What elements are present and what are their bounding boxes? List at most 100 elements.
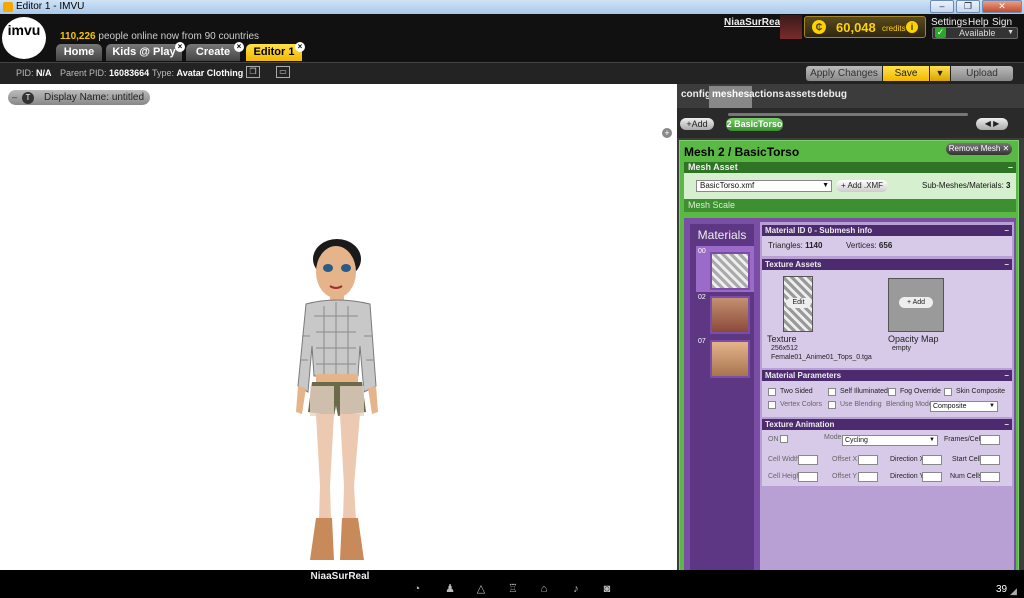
- credits-label: credits: [882, 24, 906, 33]
- frames-cell-input[interactable]: [980, 435, 1000, 445]
- self-illuminated-checkbox[interactable]: [828, 388, 836, 396]
- tab-home[interactable]: Home: [56, 44, 102, 61]
- window-title: Editor 1 - IMVU: [16, 1, 85, 12]
- mesh-title: Mesh 2 / BasicTorso: [684, 145, 800, 159]
- close-tab-icon[interactable]: ×: [175, 42, 185, 52]
- triangles-value: 1140: [805, 241, 823, 250]
- frames-cell-label: Frames/Cell: [944, 436, 982, 443]
- vertices-info: Vertices: 656: [846, 241, 892, 250]
- triangles-info: Triangles: 1140: [768, 241, 822, 250]
- direction-x-input[interactable]: [922, 455, 942, 465]
- offset-y-input[interactable]: [858, 472, 878, 482]
- fog-override-checkbox[interactable]: [888, 388, 896, 396]
- tab-create[interactable]: Create: [186, 44, 240, 61]
- offset-x-input[interactable]: [858, 455, 878, 465]
- opacity-add-label: Add: [912, 299, 926, 306]
- mesh-chip[interactable]: 2 BasicTorso: [726, 118, 783, 131]
- add-mesh-label: Add: [691, 119, 708, 129]
- collapse-icon[interactable]: –: [1008, 162, 1013, 173]
- minimize-button[interactable]: –: [930, 0, 954, 13]
- hanger-icon[interactable]: △: [474, 583, 488, 595]
- skin-composite-checkbox[interactable]: [944, 388, 952, 396]
- save-options-chevron-icon[interactable]: ▼: [930, 66, 950, 81]
- anim-mode-select[interactable]: Cycling ▼: [842, 435, 938, 446]
- type-value: Avatar Clothing: [176, 68, 244, 78]
- close-tab-icon[interactable]: ×: [234, 42, 244, 52]
- available-check-icon: ✓: [935, 27, 946, 38]
- texture-animation-header: Texture Animation –: [762, 419, 1012, 430]
- avatar-thumbnail[interactable]: [780, 15, 802, 39]
- material-params-header: Material Parameters –: [762, 370, 1012, 381]
- camera-icon[interactable]: ◙: [600, 583, 614, 595]
- material-thumbnail[interactable]: [710, 296, 750, 334]
- mesh-asset-header: Mesh Asset –: [684, 162, 1016, 173]
- mesh-nav-arrows[interactable]: ◀ ▶: [976, 118, 1008, 130]
- online-count: 110,226: [60, 31, 96, 42]
- direction-x-label: Direction X: [890, 456, 925, 463]
- collapse-icon[interactable]: –: [1005, 259, 1009, 270]
- start-cell-input[interactable]: [980, 455, 1000, 465]
- windows-icon[interactable]: ❐: [246, 66, 260, 78]
- app-icon: [3, 2, 13, 12]
- vertices-label: Vertices:: [846, 241, 877, 250]
- cell-width-input[interactable]: [798, 455, 818, 465]
- tab-editor-1[interactable]: Editor 1: [246, 44, 302, 61]
- mesh-file-select[interactable]: BasicTorso.xmf ▼: [696, 180, 832, 192]
- material-thumbnail[interactable]: [710, 252, 750, 290]
- window-titlebar: Editor 1 - IMVU: [0, 0, 1024, 14]
- opacity-add-button[interactable]: + Add: [899, 297, 933, 308]
- close-button[interactable]: ✕: [982, 0, 1022, 13]
- collapse-icon[interactable]: –: [12, 93, 21, 102]
- mesh-scale-header[interactable]: Mesh Scale: [684, 199, 1016, 212]
- mesh-scrollbar[interactable]: [728, 113, 968, 116]
- save-button[interactable]: Save: [883, 66, 929, 81]
- home-icon[interactable]: ⌂: [537, 583, 551, 595]
- add-mesh-button[interactable]: +Add: [680, 118, 714, 130]
- username-link[interactable]: NiaaSurReal: [724, 17, 783, 28]
- type-label: Type:: [152, 68, 175, 78]
- tab-debug[interactable]: debug: [814, 86, 850, 108]
- texture-edit-button[interactable]: Edit: [786, 298, 811, 308]
- fog-override-label: Fog Override: [900, 388, 941, 395]
- use-blending-checkbox[interactable]: [828, 401, 836, 409]
- avatar-figure[interactable]: [280, 236, 400, 566]
- collapse-icon[interactable]: –: [1005, 225, 1009, 236]
- anim-on-checkbox[interactable]: [780, 435, 788, 443]
- cell-height-input[interactable]: [798, 472, 818, 482]
- apply-changes-button[interactable]: Apply Changes: [806, 66, 882, 81]
- online-count-text: 110,226 people online now from 90 countr…: [60, 31, 259, 42]
- opacity-map-state: empty: [892, 345, 912, 352]
- vertex-colors-checkbox[interactable]: [768, 401, 776, 409]
- expand-icon[interactable]: +: [662, 128, 672, 138]
- chat-icon[interactable]: ◔: [410, 583, 424, 595]
- submeshes-label: Sub-Meshes/Materials:: [922, 181, 1004, 190]
- remove-mesh-button[interactable]: Remove Mesh ✕: [946, 143, 1012, 155]
- status-value: Available: [959, 28, 996, 38]
- upload-button[interactable]: Upload: [951, 66, 1013, 81]
- two-sided-checkbox[interactable]: [768, 388, 776, 396]
- resize-grip-icon[interactable]: ◢: [1010, 586, 1017, 597]
- chair-icon[interactable]: ♖: [506, 583, 520, 595]
- music-icon[interactable]: ♪: [569, 583, 583, 595]
- add-xmf-label: Add .XMF: [847, 181, 884, 190]
- anim-mode-value: Cycling: [845, 437, 868, 444]
- blending-mode-select[interactable]: Composite ▼: [930, 401, 998, 412]
- close-tab-icon[interactable]: ×: [295, 42, 305, 52]
- material-thumbnail[interactable]: [710, 340, 750, 378]
- add-xmf-button[interactable]: + Add .XMF: [836, 180, 888, 192]
- shirt-icon[interactable]: ♟: [443, 583, 457, 595]
- direction-y-input[interactable]: [922, 472, 942, 482]
- texture-assets-title: Texture Assets: [765, 260, 822, 269]
- info-icon[interactable]: i: [906, 21, 918, 33]
- collapse-icon[interactable]: –: [1005, 370, 1009, 381]
- folder-icon[interactable]: ▭: [276, 66, 290, 78]
- tab-actions[interactable]: actions: [746, 86, 787, 108]
- num-cells-input[interactable]: [980, 472, 1000, 482]
- submeshes-info: Sub-Meshes/Materials: 3: [922, 181, 1011, 190]
- tab-kids-at-play[interactable]: Kids @ Play: [106, 44, 182, 61]
- imvu-logo[interactable]: imvu: [2, 17, 46, 59]
- blending-mode-label: Blending Mode: [886, 401, 933, 408]
- restore-button[interactable]: ❐: [956, 0, 980, 13]
- material-info-title: Material ID 0 - Submesh info: [765, 226, 873, 235]
- collapse-icon[interactable]: –: [1005, 419, 1009, 430]
